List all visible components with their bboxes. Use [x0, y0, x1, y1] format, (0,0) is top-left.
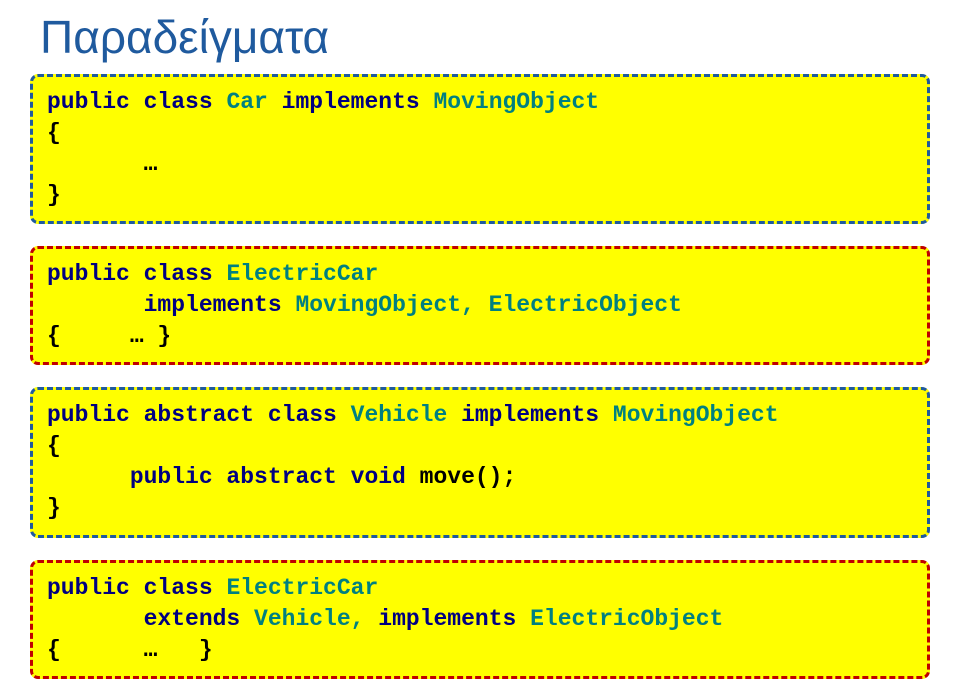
slide-title: Παραδείγματα	[40, 10, 930, 64]
t: public abstract class	[47, 402, 351, 428]
t: …	[47, 151, 157, 177]
t: Vehicle,	[254, 606, 378, 632]
t: { … }	[47, 323, 171, 349]
code-box-4: public class ElectricCar extends Vehicle…	[30, 560, 930, 679]
t: public abstract void	[47, 464, 420, 490]
t: public class	[47, 575, 226, 601]
t: {	[47, 433, 61, 459]
t: implements	[47, 292, 295, 318]
t: implements	[282, 89, 434, 115]
code-box-2: public class ElectricCar implements Movi…	[30, 246, 930, 365]
t: MovingObject	[613, 402, 779, 428]
t: move();	[420, 464, 517, 490]
code-box-3: public abstract class Vehicle implements…	[30, 387, 930, 537]
t: }	[47, 182, 61, 208]
code-box-1: public class Car implements MovingObject…	[30, 74, 930, 224]
t: Vehicle	[351, 402, 461, 428]
t: public class	[47, 261, 226, 287]
t: Car	[226, 89, 281, 115]
t: {	[47, 120, 61, 146]
t: MovingObject, ElectricObject	[295, 292, 681, 318]
t: { … }	[47, 637, 213, 663]
t: }	[47, 495, 61, 521]
t: implements	[461, 402, 613, 428]
t: ElectricObject	[530, 606, 723, 632]
t: ElectricCar	[226, 261, 378, 287]
t: implements	[378, 606, 530, 632]
t: public class	[47, 89, 226, 115]
t: ElectricCar	[226, 575, 378, 601]
t: MovingObject	[433, 89, 599, 115]
t: extends	[47, 606, 254, 632]
